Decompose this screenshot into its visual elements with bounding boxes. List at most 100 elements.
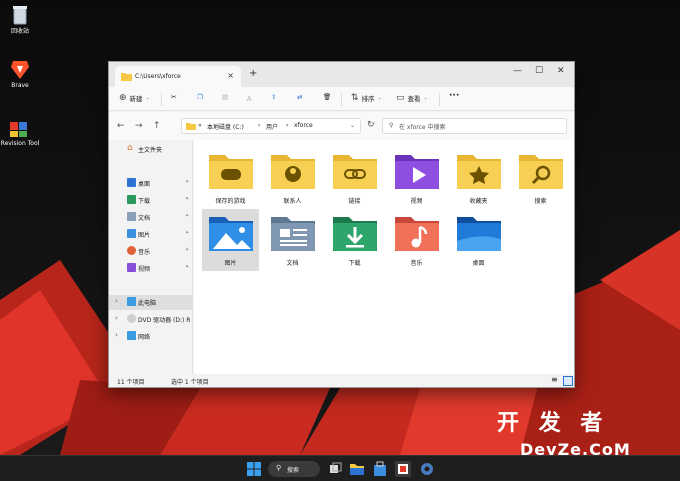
title-bar: C:\Users\xforce × + — ☐ ✕	[109, 62, 574, 87]
sidebar-item-this-pc[interactable]: › 此电脑	[109, 295, 193, 310]
sidebar-item-documents[interactable]: 文档 ✦	[109, 210, 193, 224]
tab-title: C:\Users\xforce	[135, 73, 181, 80]
item-label: 联系人	[283, 198, 302, 205]
status-bar: 11 个项目 选中 1 个项目 ≡	[109, 374, 574, 387]
sidebar-item-downloads[interactable]: 下载 ✦	[109, 193, 193, 207]
start-windows-icon[interactable]	[246, 461, 262, 477]
new-label: 新建	[129, 95, 143, 103]
item-label: 音乐	[410, 260, 423, 267]
settings-gear-icon[interactable]	[419, 461, 435, 477]
disc-icon	[127, 314, 136, 323]
sidebar-item-label: DVD 驱动器 (D:) R	[138, 317, 191, 324]
folder-item-documents[interactable]: 文档	[264, 209, 321, 271]
revision-tool-taskbar-icon[interactable]	[395, 461, 411, 477]
delete-icon[interactable]: 🗑	[323, 93, 331, 101]
item-label: 搜索	[534, 198, 547, 205]
folder-item-downloads[interactable]: 下载	[326, 209, 383, 271]
sort-options-icon[interactable]: ⇄	[297, 93, 302, 101]
folder-item-saved-games[interactable]: 保存的游戏	[202, 147, 259, 209]
pin-icon: ✦	[185, 213, 190, 219]
chevron-down-icon[interactable]: ⌄	[350, 122, 355, 129]
copy-icon[interactable]: ❐	[197, 93, 203, 101]
sidebar-item-label: 主文件夹	[138, 147, 163, 154]
sidebar-item-desktop[interactable]: 桌面 ✦	[109, 176, 193, 190]
more-options-button[interactable]: ···	[449, 91, 459, 101]
store-icon[interactable]	[372, 461, 388, 477]
details-view-icon[interactable]: ≡	[551, 375, 558, 384]
minimize-button[interactable]: —	[513, 66, 522, 76]
up-button[interactable]: ↑	[153, 121, 161, 131]
item-label: 视频	[410, 198, 423, 205]
refresh-button[interactable]: ↻	[367, 120, 375, 130]
rename-icon[interactable]: Ａ	[246, 93, 253, 103]
pictures-folder-icon	[209, 217, 253, 251]
picture-icon	[127, 229, 136, 238]
new-tab-button[interactable]: +	[249, 68, 257, 79]
sidebar-item-label: 文档	[138, 215, 151, 222]
sidebar-item-label: 此电脑	[138, 300, 157, 307]
paste-icon[interactable]: ▤	[222, 93, 228, 101]
revision-tool-shortcut[interactable]: Revision Tool	[0, 116, 40, 148]
command-bar: ⊕ 新建 ⌄ ✂ ❐ ▤ Ａ ⇪ ⇄ 🗑 ⇅ 排序 ⌄ ▭ 查看 ⌄ ···	[109, 87, 574, 111]
folder-item-favorites[interactable]: 收藏夹	[450, 147, 507, 209]
breadcrumb-users[interactable]: 用户	[266, 122, 278, 131]
sort-button[interactable]: ⇅ 排序 ⌄	[351, 93, 382, 103]
sort-label: 排序	[361, 95, 375, 103]
back-button[interactable]: ←	[117, 121, 125, 131]
item-count: 11 个项目	[117, 379, 145, 386]
chevron-right-icon[interactable]: ›	[115, 297, 118, 305]
sidebar-item-dvd[interactable]: › DVD 驱动器 (D:) R	[109, 312, 193, 326]
breadcrumb-separator: ›	[258, 122, 261, 129]
item-label: 链接	[348, 198, 361, 205]
close-button[interactable]: ✕	[557, 66, 565, 76]
download-icon	[127, 195, 136, 204]
videos-folder-icon	[395, 155, 439, 189]
forward-button[interactable]: →	[135, 121, 143, 131]
tab-close-button[interactable]: ×	[227, 71, 234, 80]
search-icon: ⚲	[276, 464, 282, 472]
document-icon	[127, 212, 136, 221]
folder-item-links[interactable]: 链接	[326, 147, 383, 209]
pin-icon: ✦	[185, 179, 190, 185]
folder-item-searches[interactable]: 搜索	[512, 147, 569, 209]
folder-item-music[interactable]: 音乐	[388, 209, 445, 271]
tab-xforce[interactable]: C:\Users\xforce ×	[115, 66, 241, 87]
taskbar-search[interactable]: ⚲ 搜索	[268, 461, 320, 477]
brave-shortcut[interactable]: Brave	[0, 58, 40, 90]
navigation-pane: ⌂ 主文件夹 桌面 ✦ 下载 ✦ 文档 ✦ 图片 ✦ 音乐 ✦ 视频 ✦ › 此…	[109, 140, 193, 374]
breadcrumb-xforce[interactable]: xforce	[294, 122, 313, 129]
search-input[interactable]: ⚲ 在 xforce 中搜索	[382, 118, 567, 134]
cut-icon[interactable]: ✂	[171, 93, 176, 101]
folder-item-videos[interactable]: 视频	[388, 147, 445, 209]
sidebar-item-videos[interactable]: 视频 ✦	[109, 261, 193, 275]
item-label: 保存的游戏	[215, 198, 246, 205]
path-box[interactable]: « 本地磁盘 (C:) › 用户 › xforce ⌄	[181, 118, 361, 134]
folder-item-pictures[interactable]: 图片	[202, 209, 259, 271]
folder-item-contacts[interactable]: 联系人	[264, 147, 321, 209]
chevron-right-icon[interactable]: ›	[115, 331, 118, 339]
tiles-view-icon[interactable]	[563, 376, 573, 386]
sidebar-item-pictures[interactable]: 图片 ✦	[109, 227, 193, 241]
file-list: 保存的游戏 联系人 链接 视频 收藏夹 搜索 图片 文档 下载 音乐 桌面	[194, 140, 574, 374]
task-view-icon[interactable]	[327, 461, 343, 477]
sidebar-item-home[interactable]: ⌂ 主文件夹	[109, 142, 193, 156]
share-icon[interactable]: ⇪	[271, 93, 276, 101]
desktop-icon-label: Revision Tool	[0, 140, 40, 147]
chevron-right-icon[interactable]: ›	[115, 314, 118, 322]
documents-folder-icon	[271, 217, 315, 251]
folder-item-desktop[interactable]: 桌面	[450, 209, 507, 271]
recycle-bin-shortcut[interactable]: 回收站	[0, 4, 40, 36]
sidebar-item-network[interactable]: › 网络	[109, 329, 193, 343]
breadcrumb-drive[interactable]: 本地磁盘 (C:)	[207, 122, 244, 131]
folder-icon	[186, 123, 196, 130]
music-folder-icon	[395, 217, 439, 251]
sidebar-item-label: 网络	[138, 334, 151, 341]
view-button[interactable]: ▭ 查看 ⌄	[396, 93, 428, 103]
revision-tool-icon	[10, 122, 27, 137]
breadcrumb-overflow[interactable]: «	[198, 122, 202, 129]
new-button[interactable]: ⊕ 新建 ⌄	[119, 93, 150, 103]
sidebar-item-music[interactable]: 音乐 ✦	[109, 244, 193, 258]
file-explorer-icon[interactable]	[349, 461, 365, 477]
maximize-button[interactable]: ☐	[535, 66, 543, 76]
divider	[161, 93, 162, 106]
